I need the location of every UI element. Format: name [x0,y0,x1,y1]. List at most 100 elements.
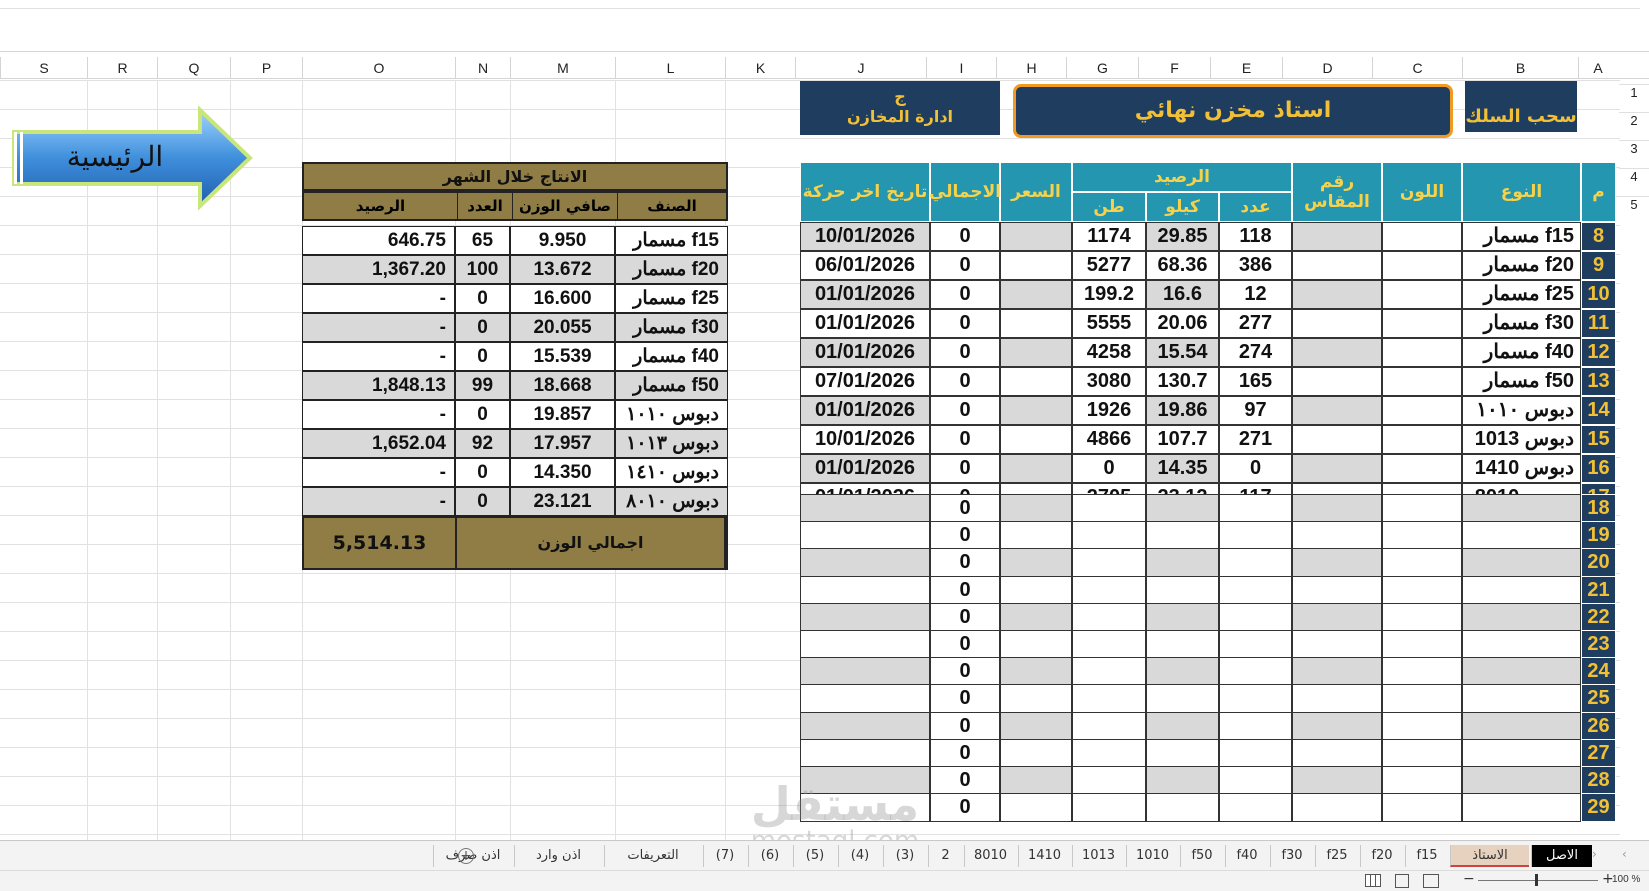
production-weight-cell[interactable]: 20.055 [510,313,615,342]
table-row[interactable]: 0 21 [800,575,1616,605]
sheet-tab[interactable]: (4) [838,845,881,867]
total-cell[interactable]: 0 [930,494,1000,523]
size-cell[interactable] [1292,222,1382,251]
production-weight-cell[interactable]: 17.957 [510,429,615,458]
size-cell[interactable] [1292,548,1382,578]
production-weight-cell[interactable]: 13.672 [510,255,615,284]
last-move-cell[interactable]: 10/01/2026 [800,425,930,454]
price-cell[interactable] [1000,684,1072,714]
price-cell[interactable] [1000,280,1072,309]
table-row[interactable]: 0 23 [800,630,1616,659]
page-layout-icon[interactable] [1395,874,1409,888]
production-count-cell[interactable]: 92 [455,429,510,458]
type-cell[interactable] [1462,521,1581,551]
price-cell[interactable] [1000,338,1072,367]
type-cell[interactable] [1462,657,1581,687]
col-L[interactable]: L [615,57,725,79]
col-H[interactable]: H [996,57,1066,79]
total-cell[interactable]: 0 [930,251,1000,280]
size-cell[interactable] [1292,425,1382,454]
col-A[interactable]: A [1578,57,1617,79]
col-P[interactable]: P [230,57,302,79]
scroll-left-icon[interactable]: ‹ [1622,847,1627,861]
col-R[interactable]: R [87,57,157,79]
count-cell[interactable] [1219,684,1292,714]
production-count-cell[interactable]: 100 [455,255,510,284]
normal-view-icon[interactable] [1365,874,1381,887]
price-cell[interactable] [1000,309,1072,338]
color-cell[interactable] [1382,738,1462,768]
type-cell[interactable] [1462,793,1581,823]
table-row[interactable]: 0 24 [800,657,1616,687]
size-cell[interactable] [1292,367,1382,396]
ton-cell[interactable]: 4866 [1072,425,1146,454]
type-cell[interactable]: مسمار f25 [1462,280,1581,309]
page-break-icon[interactable] [1423,874,1439,888]
count-cell[interactable] [1219,766,1292,795]
size-cell[interactable] [1292,657,1382,687]
size-cell[interactable] [1292,251,1382,280]
sheet-tab[interactable]: الاصل [1531,845,1592,867]
ton-cell[interactable] [1072,657,1146,687]
ton-cell[interactable] [1072,711,1146,741]
kilo-cell[interactable]: 130.7 [1146,367,1219,396]
total-cell[interactable]: 0 [930,396,1000,425]
zoom-level[interactable]: 100 % [1612,874,1649,885]
kilo-cell[interactable] [1146,766,1219,795]
last-move-cell[interactable] [800,630,930,659]
price-cell[interactable] [1000,766,1072,795]
type-cell[interactable]: مسمار f30 [1462,309,1581,338]
row-number[interactable]: 1 [1619,84,1649,110]
color-cell[interactable] [1382,222,1462,251]
color-cell[interactable] [1382,630,1462,659]
row-number[interactable]: 5 [1619,196,1649,222]
zoom-slider-thumb[interactable] [1535,874,1538,886]
production-count-cell[interactable]: 0 [455,342,510,371]
price-cell[interactable] [1000,602,1072,632]
col-I[interactable]: I [926,57,996,79]
price-cell[interactable] [1000,367,1072,396]
ton-cell[interactable] [1072,521,1146,551]
table-row[interactable]: 1,652.04 92 17.957 دبوس ١٠١٣ [302,429,730,458]
production-item-cell[interactable]: مسمار f40 [615,342,728,371]
size-cell[interactable] [1292,494,1382,523]
table-row[interactable]: 01/01/2026 0 4258 15.54 274 مسمار f40 12 [800,338,1616,367]
production-count-cell[interactable]: 0 [455,400,510,429]
size-cell[interactable] [1292,793,1382,823]
ton-cell[interactable] [1072,602,1146,632]
total-cell[interactable]: 0 [930,575,1000,605]
ton-cell[interactable]: 3080 [1072,367,1146,396]
production-count-cell[interactable]: 0 [455,313,510,342]
production-item-cell[interactable]: مسمار f30 [615,313,728,342]
color-cell[interactable] [1382,425,1462,454]
sheet-tab[interactable]: f20 [1360,845,1403,867]
ton-cell[interactable] [1072,548,1146,578]
zoom-out-icon[interactable]: − [1463,871,1475,887]
count-cell[interactable] [1219,548,1292,578]
type-cell[interactable] [1462,711,1581,741]
home-button[interactable]: الرئيسية [10,105,255,211]
price-cell[interactable] [1000,454,1072,483]
last-move-cell[interactable]: 07/01/2026 [800,367,930,396]
size-cell[interactable] [1292,602,1382,632]
last-move-cell[interactable]: 01/01/2026 [800,396,930,425]
sheet-tab[interactable]: f15 [1405,845,1448,867]
last-move-cell[interactable]: 10/01/2026 [800,222,930,251]
sheet-tab[interactable]: f40 [1225,845,1268,867]
table-row[interactable]: -0 16.600 مسمار f25 [302,284,730,313]
production-item-cell[interactable]: مسمار f50 [615,371,728,400]
table-row[interactable]: 0 22 [800,602,1616,632]
count-cell[interactable] [1219,630,1292,659]
table-row[interactable]: -0 20.055 مسمار f30 [302,313,730,342]
total-cell[interactable]: 0 [930,602,1000,632]
production-count-cell[interactable]: 0 [455,458,510,487]
price-cell[interactable] [1000,548,1072,578]
production-balance-cell[interactable]: - [302,458,455,487]
sheet-tab[interactable]: 1410 [1018,845,1070,867]
ton-cell[interactable]: 1926 [1072,396,1146,425]
ton-cell[interactable]: 199.2 [1072,280,1146,309]
color-cell[interactable] [1382,766,1462,795]
count-cell[interactable] [1219,793,1292,823]
type-cell[interactable] [1462,738,1581,768]
kilo-cell[interactable] [1146,793,1219,823]
